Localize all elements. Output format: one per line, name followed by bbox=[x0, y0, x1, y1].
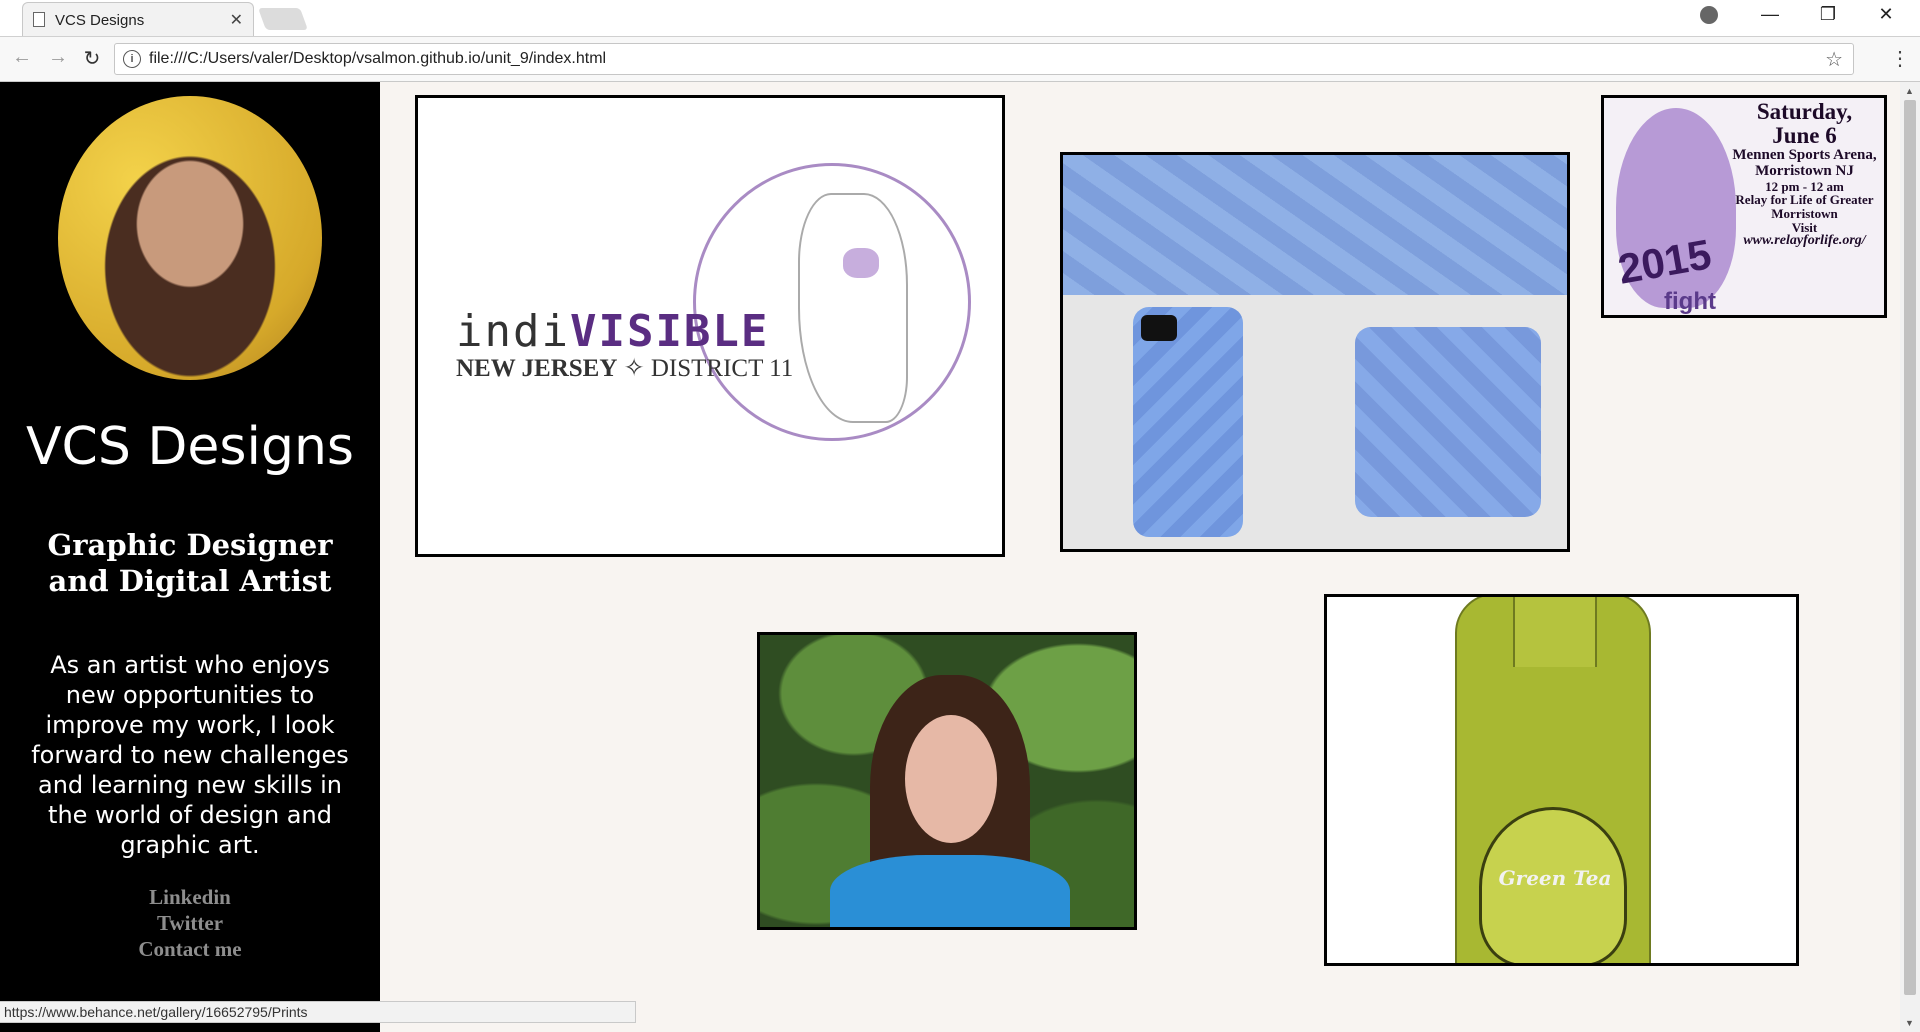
camera-icon bbox=[1141, 315, 1177, 341]
restore-icon[interactable]: ❐ bbox=[1808, 4, 1848, 25]
reload-icon[interactable]: ↻ bbox=[78, 46, 106, 71]
nj-map-outline bbox=[798, 193, 908, 423]
info-icon[interactable]: i bbox=[123, 50, 141, 68]
site-title: VCS Designs bbox=[25, 417, 355, 477]
browser-tab-strip: VCS Designs ✕ — ❐ ✕ bbox=[0, 0, 1920, 37]
bookmark-star-icon[interactable]: ☆ bbox=[1825, 47, 1843, 72]
gallery-item-portrait[interactable] bbox=[757, 632, 1137, 930]
address-bar[interactable]: i file:///C:/Users/valer/Desktop/vsalmon… bbox=[114, 43, 1854, 75]
scrollbar-thumb[interactable] bbox=[1904, 100, 1916, 995]
browser-toolbar: ← → ↻ i file:///C:/Users/valer/Desktop/v… bbox=[0, 37, 1920, 82]
scroll-down-icon[interactable]: ▼ bbox=[1905, 1018, 1914, 1028]
window-close-icon[interactable]: ✕ bbox=[1866, 4, 1906, 25]
bottle-label-text: Green Tea bbox=[1498, 866, 1612, 890]
minimize-icon[interactable]: — bbox=[1750, 4, 1790, 25]
poster-fight: fight bbox=[1664, 288, 1716, 315]
feather-pattern-banner bbox=[1063, 155, 1567, 295]
portrait-face bbox=[905, 715, 997, 843]
gallery-item-green-tea[interactable]: Green Tea bbox=[1324, 594, 1799, 966]
logo-wordmark: indiVISIBLE bbox=[456, 306, 770, 357]
district-marker bbox=[843, 248, 879, 278]
close-tab-icon[interactable]: ✕ bbox=[230, 10, 243, 30]
address-url[interactable]: file:///C:/Users/valer/Desktop/vsalmon.g… bbox=[149, 50, 606, 68]
phone-case-image bbox=[1133, 307, 1243, 537]
tagline: Graphic Designer and Digital Artist bbox=[47, 528, 333, 598]
document-icon bbox=[33, 12, 45, 27]
bottle-neck bbox=[1513, 597, 1597, 667]
new-tab-button[interactable] bbox=[257, 8, 309, 30]
sidebar: VCS Designs Graphic Designer and Digital… bbox=[0, 82, 380, 1032]
twitter-link[interactable]: Twitter bbox=[0, 910, 380, 936]
gallery-item-feather-prints[interactable] bbox=[1060, 152, 1570, 552]
menu-kebab-icon[interactable]: ⋮ bbox=[1890, 46, 1910, 71]
pillow-image bbox=[1355, 327, 1541, 517]
social-links: Linkedin Twitter Contact me bbox=[0, 884, 380, 962]
scroll-up-icon[interactable]: ▲ bbox=[1905, 86, 1914, 96]
bio-text: As an artist who enjoys new opportunitie… bbox=[31, 651, 349, 859]
poster-text: Saturday, June 6 Mennen Sports Arena, Mo… bbox=[1732, 99, 1877, 249]
forward-icon[interactable]: → bbox=[44, 46, 72, 69]
vertical-scrollbar[interactable]: ▲ ▼ bbox=[1900, 82, 1920, 1032]
logo-subline: NEW JERSEY ✧ DISTRICT 11 bbox=[456, 355, 794, 382]
contact-link[interactable]: Contact me bbox=[0, 936, 380, 962]
browser-tab[interactable]: VCS Designs ✕ bbox=[22, 2, 254, 36]
portrait-shirt bbox=[830, 855, 1070, 927]
profile-icon[interactable] bbox=[1700, 6, 1718, 24]
linkedin-link[interactable]: Linkedin bbox=[0, 884, 380, 910]
page-viewport: VCS Designs Graphic Designer and Digital… bbox=[0, 82, 1900, 1032]
avatar bbox=[58, 96, 322, 380]
gallery-item-relay-for-life[interactable]: Saturday, June 6 Mennen Sports Arena, Mo… bbox=[1601, 95, 1887, 318]
link-status-bubble: https://www.behance.net/gallery/16652795… bbox=[0, 1001, 636, 1023]
gallery-item-indivisible[interactable]: indiVISIBLE NEW JERSEY ✧ DISTRICT 11 bbox=[415, 95, 1005, 557]
tab-title: VCS Designs bbox=[55, 12, 145, 29]
back-icon[interactable]: ← bbox=[8, 46, 36, 69]
